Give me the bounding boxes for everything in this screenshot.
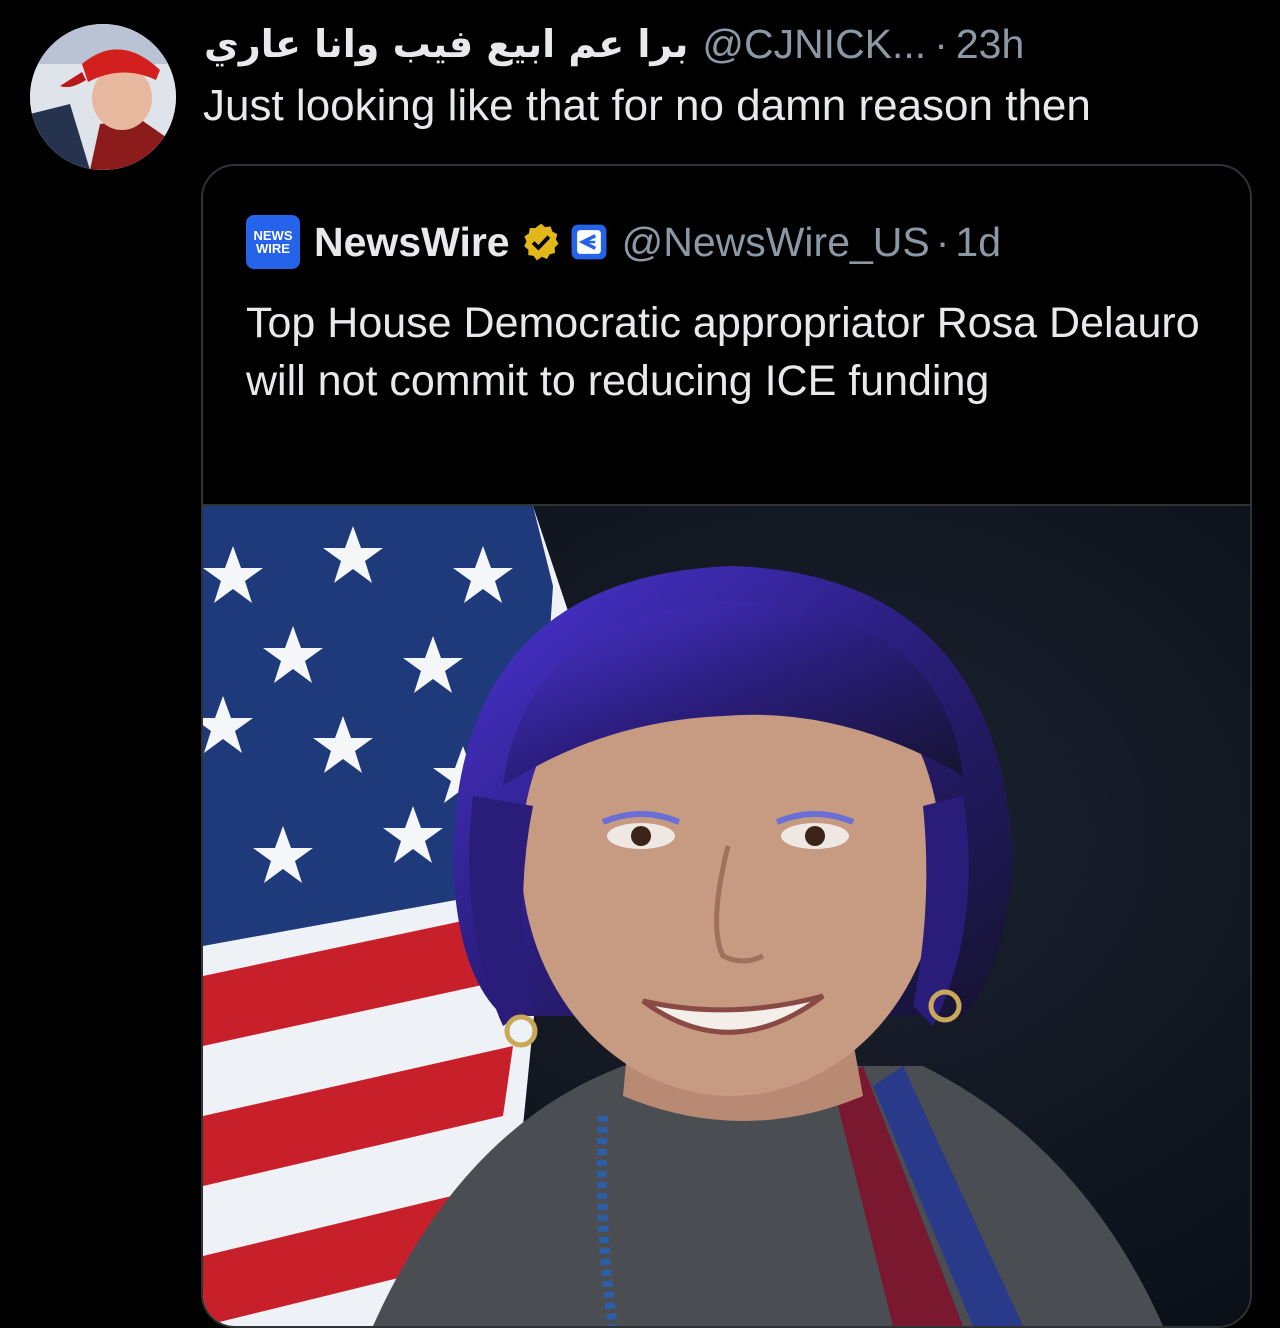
avatar[interactable] (30, 24, 176, 170)
quoted-timestamp[interactable]: 1d (955, 219, 1001, 266)
quoted-tweet-card[interactable]: NEWS WIRE NewsWire @NewsWire_US · 1d Top… (201, 164, 1252, 1328)
display-name[interactable]: برا عم ابيع فيب وانا عاري (204, 22, 688, 66)
quoted-user-handle[interactable]: @NewsWire_US (622, 219, 930, 266)
quoted-tweet-text: Top House Democratic appropriator Rosa D… (246, 299, 1200, 405)
quoted-tweet-image[interactable] (203, 504, 1250, 1326)
quoted-tweet-header: NEWS WIRE NewsWire @NewsWire_US · 1d (246, 214, 1001, 270)
newswire-logo-icon[interactable]: NEWS WIRE (246, 215, 300, 269)
affiliate-badge-icon[interactable] (570, 223, 608, 261)
tweet[interactable]: برا عم ابيع فيب وانا عاري @CJNICK... · 2… (0, 0, 1280, 1328)
verified-badge-icon (520, 221, 562, 263)
logo-text-wire: WIRE (256, 241, 290, 256)
quoted-display-name[interactable]: NewsWire (314, 219, 510, 266)
separator-dot: · (934, 20, 948, 67)
separator-dot: · (935, 218, 950, 265)
tweet-text: Just looking like that for no damn reaso… (203, 81, 1091, 130)
profile-photo-icon (30, 24, 176, 170)
portrait-photo-icon (203, 506, 1250, 1326)
user-handle[interactable]: @CJNICK... (702, 21, 926, 68)
tweet-header: برا عم ابيع فيب وانا عاري @CJNICK... · 2… (204, 12, 1024, 76)
timestamp[interactable]: 23h (956, 21, 1024, 68)
